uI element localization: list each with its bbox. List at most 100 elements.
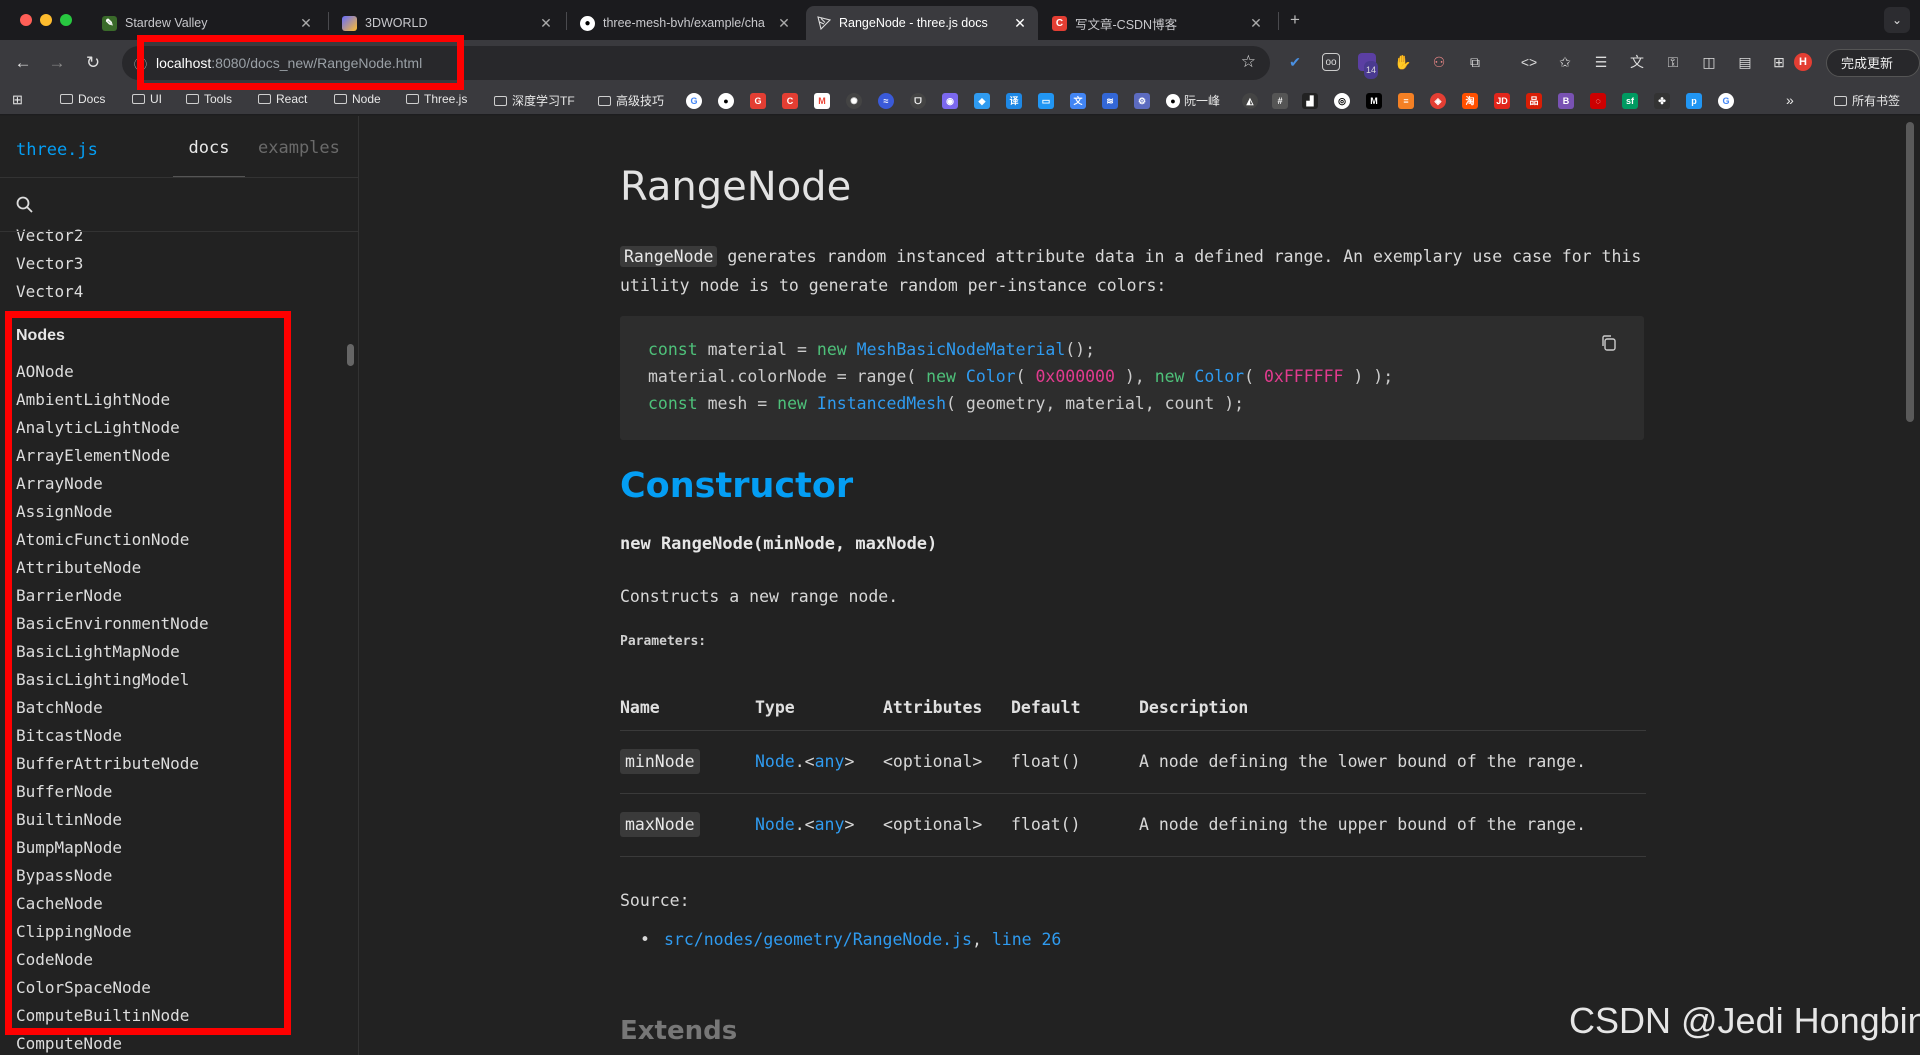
- param-description: A node defining the lower bound of the r…: [1139, 730, 1646, 794]
- bilibili-bookmark-icon[interactable]: ᗜ: [910, 93, 926, 109]
- back-button[interactable]: ←: [10, 50, 36, 76]
- extension-glasses-icon[interactable]: oo: [1322, 53, 1340, 71]
- openai-bookmark-icon[interactable]: ✺: [846, 93, 862, 109]
- bookmark-icon-26[interactable]: 品: [1526, 93, 1542, 109]
- sidebar-item[interactable]: Vector3: [16, 250, 336, 278]
- new-tab-button[interactable]: +: [1282, 7, 1308, 33]
- bookmark-star-icon[interactable]: ☆: [1241, 52, 1256, 72]
- type-link[interactable]: Node: [755, 752, 795, 771]
- extension-badge-icon[interactable]: 14: [1358, 53, 1379, 79]
- more-bookmarks-chevron-icon[interactable]: »: [1786, 92, 1794, 108]
- close-tab-icon[interactable]: ✕: [1248, 15, 1264, 32]
- constructor-heading: Constructor: [620, 466, 854, 506]
- tv-bookmark-icon[interactable]: ▭: [1038, 93, 1054, 109]
- bookmark-folder-docs[interactable]: Docs: [60, 92, 105, 106]
- tab-three-mesh-bvh[interactable]: ● three-mesh-bvh/example/cha ✕: [570, 6, 802, 40]
- extension-eyes-icon[interactable]: ⚇: [1430, 53, 1448, 71]
- extensions-puzzle-icon[interactable]: ⧉: [1466, 53, 1484, 71]
- tab-rangenode[interactable]: RangeNode - three.js docs ✕: [806, 6, 1038, 40]
- bookmark-icon-7[interactable]: ≈: [878, 93, 894, 109]
- search-icon[interactable]: [0, 188, 340, 224]
- google-bookmark-icon[interactable]: G: [686, 93, 702, 109]
- stackoverflow-bookmark-icon[interactable]: ≡: [1398, 93, 1414, 109]
- bookmark-icon-15[interactable]: ⚙: [1134, 93, 1150, 109]
- bookmark-folder-tf[interactable]: 深度学习TF: [494, 92, 575, 109]
- devtools-code-icon[interactable]: <>: [1520, 53, 1538, 71]
- reading-list-icon[interactable]: ☰: [1592, 53, 1610, 71]
- close-tab-icon[interactable]: ✕: [298, 15, 314, 32]
- bookmark-folder-threejs[interactable]: Three.js: [406, 92, 467, 106]
- threejs-logo[interactable]: three.js: [16, 140, 98, 160]
- type-generic-link[interactable]: any: [815, 752, 845, 771]
- apps-grid-icon[interactable]: ⊞: [12, 92, 23, 108]
- favorites-icon[interactable]: ✩: [1556, 53, 1574, 71]
- password-key-icon[interactable]: ⚿: [1664, 53, 1682, 71]
- sidebar-item[interactable]: Vector4: [16, 278, 336, 306]
- source-line-link[interactable]: line 26: [992, 930, 1062, 949]
- sidebar-item[interactable]: Vector2: [16, 222, 336, 250]
- bookmark-icon-20[interactable]: ◎: [1334, 93, 1350, 109]
- taobao-bookmark-icon[interactable]: 淘: [1462, 93, 1478, 109]
- bookmark-label: 阮一峰: [1184, 94, 1221, 108]
- update-button[interactable]: 完成更新 ⋮: [1826, 49, 1920, 99]
- maximize-window-button[interactable]: [60, 14, 72, 26]
- page-scrollbar[interactable]: [1906, 122, 1914, 422]
- type-link[interactable]: Node: [755, 815, 795, 834]
- source-file-link[interactable]: src/nodes/geometry/RangeNode.js: [664, 930, 972, 949]
- tab-examples[interactable]: examples: [258, 138, 340, 158]
- bookmark-icon-9[interactable]: ◉: [942, 93, 958, 109]
- bookmark-icon-31[interactable]: p: [1686, 93, 1702, 109]
- bookmark-folder-ui[interactable]: UI: [132, 92, 162, 106]
- nestjs-bookmark-icon[interactable]: ◌: [1590, 93, 1606, 109]
- divider: [0, 177, 358, 178]
- segmentfault-bookmark-icon[interactable]: sf: [1622, 93, 1638, 109]
- folder-icon: [60, 94, 73, 104]
- bookmark-ruanyifeng[interactable]: ● 阮一峰: [1166, 92, 1220, 109]
- bookmark-icon-17[interactable]: ◭: [1242, 93, 1258, 109]
- bookmark-folder-node[interactable]: Node: [334, 92, 381, 106]
- reload-button[interactable]: ↻: [80, 50, 106, 76]
- translate-icon[interactable]: 文: [1628, 53, 1646, 71]
- google-bookmark-icon-2[interactable]: G: [1718, 93, 1734, 109]
- tab-groups-icon[interactable]: ⊞: [1770, 53, 1788, 71]
- sidebar-scrollbar[interactable]: [347, 344, 354, 366]
- close-window-button[interactable]: [20, 14, 32, 26]
- google-translate-bookmark-icon[interactable]: 文: [1070, 93, 1086, 109]
- bookmark-label: 深度学习TF: [512, 94, 575, 108]
- intro-text: generates random instanced attribute dat…: [620, 247, 1642, 295]
- reader-mode-icon[interactable]: ▤: [1736, 53, 1754, 71]
- bookmark-icon-30[interactable]: ✤: [1654, 93, 1670, 109]
- profile-avatar[interactable]: H: [1794, 53, 1812, 71]
- bookmark-icon-14[interactable]: ≋: [1102, 93, 1118, 109]
- bookmark-icon-10[interactable]: ◆: [974, 93, 990, 109]
- copy-icon[interactable]: [1600, 334, 1618, 352]
- bookmark-icon-23[interactable]: ◈: [1430, 93, 1446, 109]
- bootstrap-bookmark-icon[interactable]: B: [1558, 93, 1574, 109]
- gmail-bookmark-icon[interactable]: M: [814, 93, 830, 109]
- translate-bookmark-icon[interactable]: 译: [1006, 93, 1022, 109]
- tab-csdn[interactable]: C 写文章-CSDN博客 ✕: [1042, 6, 1274, 40]
- tab-search-button[interactable]: ⌄: [1884, 7, 1910, 33]
- close-tab-icon[interactable]: ✕: [776, 15, 792, 32]
- forward-button[interactable]: →: [44, 50, 70, 76]
- tab-docs[interactable]: docs: [173, 138, 245, 178]
- bookmark-folder-react[interactable]: React: [258, 92, 307, 106]
- csdn-bookmark-icon[interactable]: C: [782, 93, 798, 109]
- all-bookmarks[interactable]: 所有书签: [1834, 92, 1900, 109]
- medium-bookmark-icon[interactable]: M: [1366, 93, 1382, 109]
- g-bookmark-icon[interactable]: G: [750, 93, 766, 109]
- extension-check-icon[interactable]: ✔: [1286, 53, 1304, 71]
- close-tab-icon[interactable]: ✕: [538, 15, 554, 32]
- jd-bookmark-icon[interactable]: JD: [1494, 93, 1510, 109]
- close-tab-icon[interactable]: ✕: [1012, 15, 1028, 32]
- bookmark-folder-advanced[interactable]: 高级技巧: [598, 92, 664, 109]
- type-generic-link[interactable]: any: [815, 815, 845, 834]
- bookmark-folder-tools[interactable]: Tools: [186, 92, 232, 106]
- bookmark-icon-18[interactable]: #: [1272, 93, 1288, 109]
- minimize-window-button[interactable]: [40, 14, 52, 26]
- sidepanel-icon[interactable]: ◫: [1700, 53, 1718, 71]
- bookmark-icon-19[interactable]: ▟: [1302, 93, 1318, 109]
- extension-hand-icon[interactable]: ✋: [1394, 53, 1412, 71]
- code-line: const material = new MeshBasicNodeMateri…: [648, 340, 1096, 359]
- github-bookmark-icon[interactable]: ●: [718, 93, 734, 109]
